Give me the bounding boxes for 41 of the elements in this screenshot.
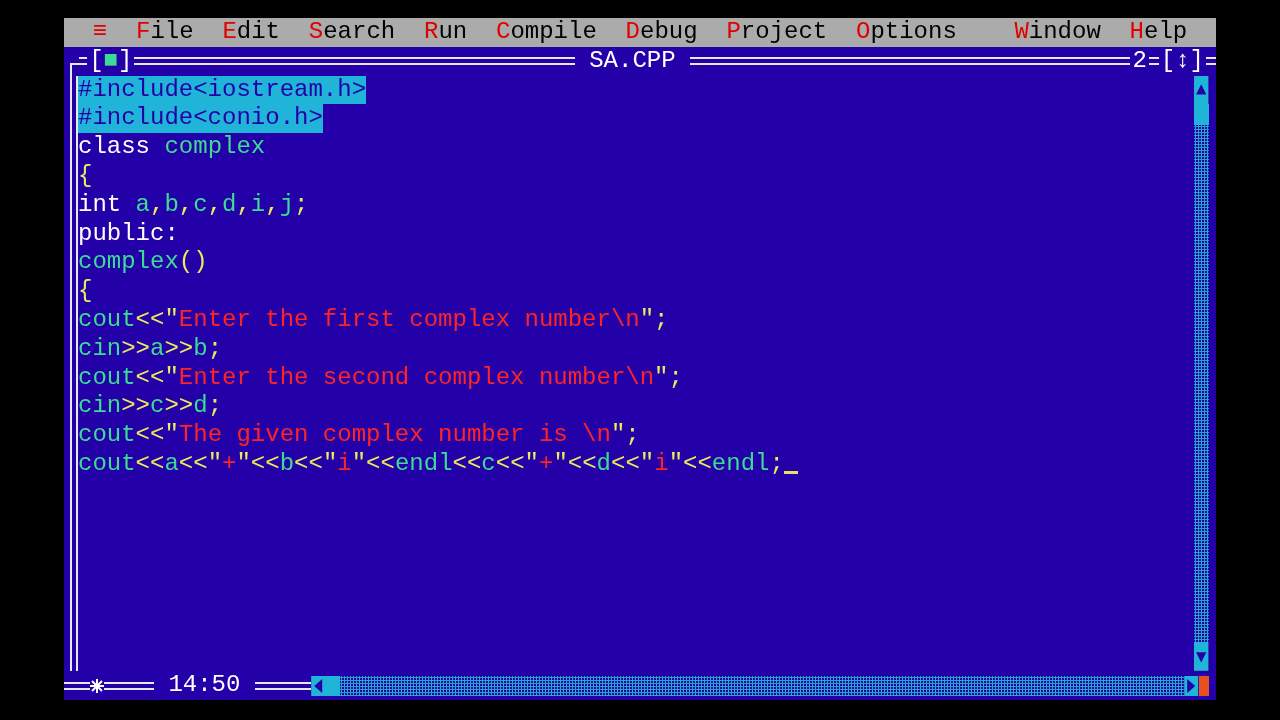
code-line: int a,b,c,d,i,j; bbox=[78, 190, 309, 220]
menu-item[interactable]: Debug bbox=[611, 18, 712, 47]
scroll-up-icon[interactable] bbox=[1194, 75, 1209, 105]
cursor-position: 14:50 bbox=[167, 671, 242, 700]
code-line: complex() bbox=[78, 248, 208, 278]
code-line: { bbox=[78, 277, 93, 306]
frame-line bbox=[79, 57, 88, 66]
menu-item[interactable]: Window bbox=[1000, 18, 1116, 47]
menu-item[interactable]: File bbox=[121, 18, 208, 47]
resize-corner[interactable] bbox=[1198, 675, 1209, 696]
scroll-down-icon[interactable] bbox=[1194, 642, 1209, 672]
frame-line bbox=[104, 681, 154, 690]
code-line: cout<<"Enter the first complex number\n"; bbox=[78, 305, 669, 335]
scroll-right-icon[interactable] bbox=[1184, 675, 1199, 696]
scroll-thumb[interactable] bbox=[1194, 104, 1209, 125]
code-line: public: bbox=[78, 219, 179, 249]
scroll-left-icon[interactable] bbox=[310, 675, 326, 696]
code-line: { bbox=[78, 162, 93, 191]
frame-line bbox=[1148, 57, 1159, 66]
frame-corner bbox=[70, 63, 80, 76]
close-box[interactable]: [■] bbox=[87, 46, 135, 76]
frame-line bbox=[64, 681, 90, 690]
code-line: class complex bbox=[78, 133, 266, 162]
code-line: cout<<a<<"+"<<b<<"i"<<endl<<c<<"+"<<d<<"i"<<endl; bbox=[78, 449, 799, 479]
menu-item[interactable]: Edit bbox=[208, 18, 295, 47]
zoom-box[interactable]: [↕] bbox=[1158, 46, 1206, 76]
frame-line bbox=[1206, 57, 1216, 66]
code-line: cin>>c>>d; bbox=[78, 392, 223, 422]
window-title: SA.CPP bbox=[588, 46, 677, 76]
scroll-thumb[interactable] bbox=[325, 675, 340, 696]
frame-line bbox=[254, 681, 311, 690]
menu-item[interactable]: Compile bbox=[481, 18, 612, 47]
code-line: cout<<"The given complex number is \n"; bbox=[78, 421, 640, 450]
menu-item[interactable]: Search bbox=[294, 18, 410, 47]
menu-item[interactable]: Project bbox=[712, 18, 842, 47]
menu-item[interactable]: Run bbox=[409, 18, 482, 47]
menu-item[interactable]: Options bbox=[841, 18, 972, 47]
menu-item[interactable]: Help bbox=[1115, 18, 1202, 47]
code-line: cout<<"Enter the second complex number\n"; bbox=[78, 363, 683, 393]
code-line: cin>>a>>b; bbox=[78, 334, 223, 364]
window-number: 2 bbox=[1131, 46, 1148, 76]
